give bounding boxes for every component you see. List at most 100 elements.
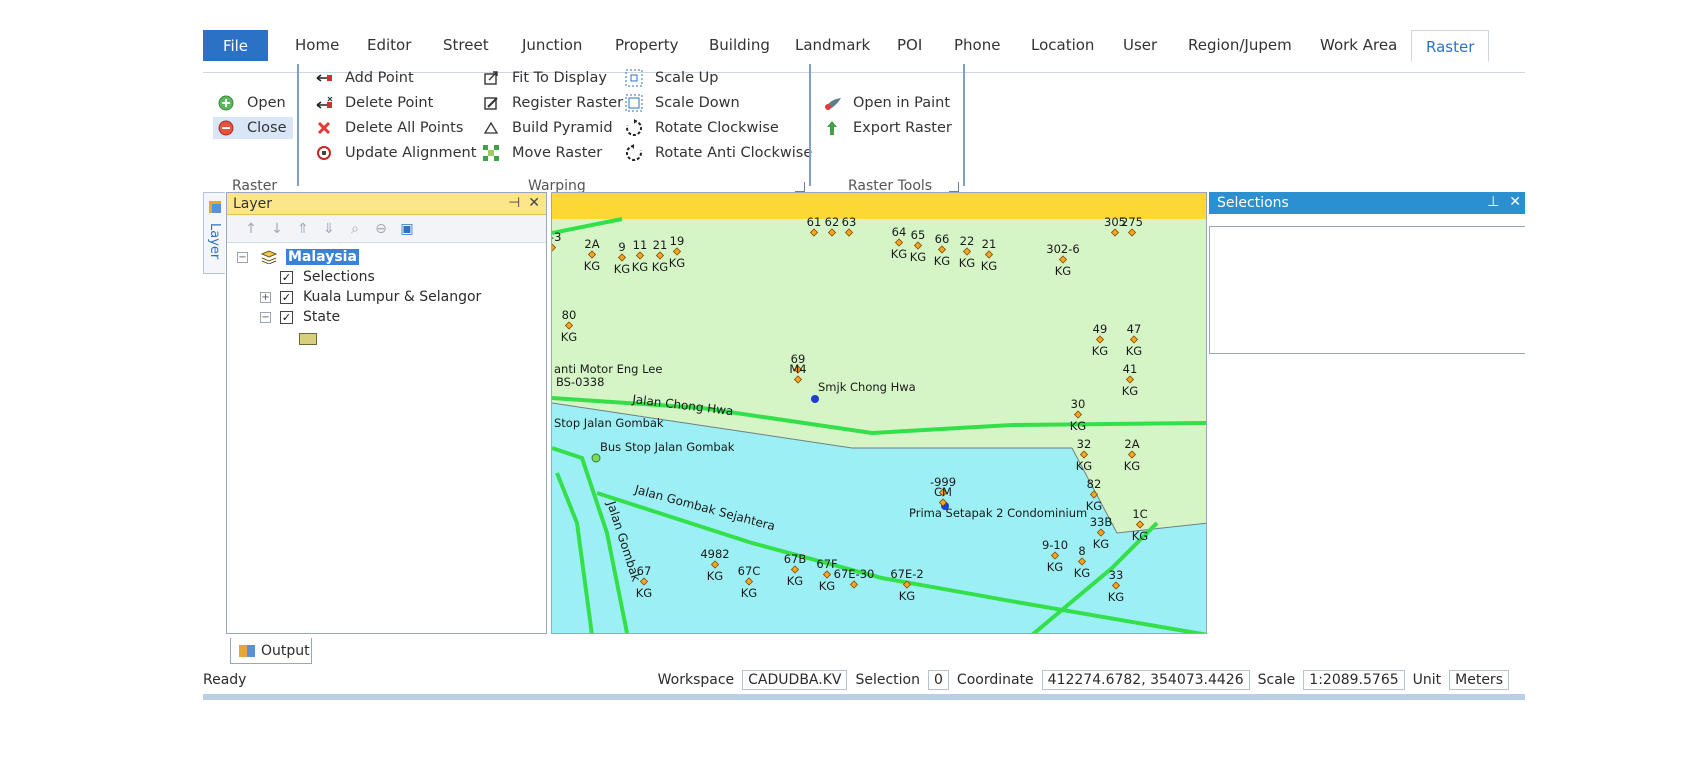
- parcel-type-label: KG: [1076, 459, 1092, 473]
- update-alignment-button[interactable]: Update Alignment: [315, 142, 476, 164]
- selections-list[interactable]: [1209, 226, 1525, 354]
- checkbox-state[interactable]: ✓: [280, 310, 293, 324]
- tab-street[interactable]: Street: [443, 36, 489, 54]
- tab-raster[interactable]: Raster: [1411, 30, 1490, 62]
- parcel-type-label: KG: [1047, 560, 1063, 574]
- move-raster-button[interactable]: Move Raster: [482, 142, 602, 164]
- coordinate-label: Coordinate: [956, 672, 1034, 688]
- parcel-type-label: KG: [614, 262, 630, 276]
- tab-user[interactable]: User: [1123, 36, 1157, 54]
- parcel-type-label: KG: [1092, 344, 1108, 358]
- collapse-icon[interactable]: −: [237, 251, 248, 263]
- map-canvas: Jalan Chong Hwa Jalan Gombak Sejahtera J…: [552, 193, 1206, 633]
- parcel-number-label: 67C: [738, 564, 761, 578]
- tree-root[interactable]: − Malaysia: [237, 247, 359, 267]
- scale-up-button[interactable]: Scale Up: [625, 67, 718, 89]
- pin-icon[interactable]: ⊣: [508, 195, 520, 211]
- side-tab-label: Layer: [207, 223, 222, 260]
- layer-panel-title: Layer: [233, 195, 273, 212]
- close-panel-icon[interactable]: ✕: [1509, 194, 1521, 210]
- tree-item-label: Selections: [303, 269, 375, 285]
- collapse-icon[interactable]: −: [260, 311, 271, 323]
- move-bottom-icon[interactable]: ⇓: [319, 219, 339, 239]
- tab-building[interactable]: Building: [709, 36, 770, 54]
- scale-label: Scale: [1257, 672, 1296, 688]
- rotate-clockwise-label: Rotate Clockwise: [655, 120, 779, 136]
- register-raster-icon: [482, 94, 500, 112]
- open-in-paint-button[interactable]: Open in Paint: [823, 92, 950, 114]
- parcel-type-label: KG: [1093, 537, 1109, 551]
- close-panel-icon[interactable]: ✕: [528, 195, 540, 211]
- poi-marker[interactable]: [811, 395, 819, 403]
- scale-up-icon: [625, 69, 643, 87]
- tab-editor[interactable]: Editor: [367, 36, 411, 54]
- move-down-icon[interactable]: ↓: [267, 219, 287, 239]
- output-tab[interactable]: Output: [230, 638, 312, 664]
- close-button[interactable]: Close: [213, 117, 293, 139]
- selections-panel: Selections ⊥ ✕: [1209, 192, 1525, 372]
- export-raster-button[interactable]: Export Raster: [823, 117, 952, 139]
- delete-point-button[interactable]: Delete Point: [315, 92, 433, 114]
- tab-phone[interactable]: Phone: [954, 36, 1000, 54]
- state-legend-swatch: [299, 333, 317, 345]
- tab-junction[interactable]: Junction: [522, 36, 582, 54]
- tab-poi[interactable]: POI: [897, 36, 922, 54]
- fit-to-display-button[interactable]: Fit To Display: [482, 67, 607, 89]
- output-tab-label: Output: [261, 642, 310, 659]
- parcel-number-label: 9: [618, 240, 625, 254]
- side-tab-layer[interactable]: Layer: [203, 192, 225, 274]
- tab-home[interactable]: Home: [295, 36, 339, 54]
- checkbox-kuala-lumpur-selangor[interactable]: ✓: [280, 290, 293, 304]
- parcel-number-label: 67E-30: [834, 567, 875, 581]
- checkbox-selections[interactable]: ✓: [280, 270, 293, 284]
- bus-stop-marker[interactable]: [591, 453, 601, 463]
- parcel-number-label: 8: [1078, 544, 1085, 558]
- tab-location[interactable]: Location: [1031, 36, 1094, 54]
- register-raster-button[interactable]: Register Raster: [482, 92, 623, 114]
- tab-property[interactable]: Property: [615, 36, 678, 54]
- warping-launcher-icon[interactable]: [795, 182, 805, 192]
- pin-icon[interactable]: ⊥: [1487, 194, 1499, 210]
- zoom-layer-icon[interactable]: ⌕: [345, 219, 365, 239]
- delete-all-points-button[interactable]: Delete All Points: [315, 117, 463, 139]
- move-up-icon[interactable]: ↑: [241, 219, 261, 239]
- parcel-type-label: KG: [1108, 590, 1124, 604]
- tree-item-state[interactable]: − ✓ State: [260, 307, 340, 327]
- update-alignment-label: Update Alignment: [345, 145, 477, 161]
- rotate-anti-clockwise-icon: [625, 144, 643, 162]
- parcel-type-label: KG: [632, 260, 648, 274]
- parcel-number-label: 82: [1087, 477, 1102, 491]
- add-point-button[interactable]: Add Point: [315, 67, 414, 89]
- remove-layer-icon[interactable]: ⊖: [371, 219, 391, 239]
- tree-item-kuala-lumpur-selangor[interactable]: + ✓ Kuala Lumpur & Selangor: [260, 287, 481, 307]
- tab-file[interactable]: File: [203, 30, 268, 61]
- expand-icon[interactable]: +: [260, 291, 271, 303]
- add-image-layer-icon[interactable]: ▣: [397, 219, 417, 239]
- coordinate-value: 412274.6782, 354073.4426: [1041, 670, 1250, 690]
- selections-panel-title: Selections: [1217, 195, 1289, 211]
- map-view[interactable]: Jalan Chong Hwa Jalan Gombak Sejahtera J…: [551, 192, 1207, 634]
- parcel-number-label: 61: [807, 215, 822, 229]
- scale-down-button[interactable]: Scale Down: [625, 92, 740, 114]
- tab-region-jupem[interactable]: Region/Jupem: [1188, 36, 1292, 54]
- rotate-clockwise-button[interactable]: Rotate Clockwise: [625, 117, 779, 139]
- build-pyramid-button[interactable]: Build Pyramid: [482, 117, 613, 139]
- parcel-type-label: KG: [819, 579, 835, 593]
- parcel-type-label: KG: [981, 259, 997, 273]
- group-separator: [809, 64, 811, 186]
- rotate-anti-clockwise-button[interactable]: Rotate Anti Clockwise: [625, 142, 812, 164]
- group-separator: [963, 64, 965, 186]
- tree-item-selections[interactable]: ✓ Selections: [280, 267, 375, 287]
- parcel-type-label: KG: [669, 256, 685, 270]
- scale-value: 1:2089.5765: [1303, 670, 1405, 690]
- raster-tools-launcher-icon[interactable]: [949, 182, 959, 192]
- move-raster-icon: [482, 144, 500, 162]
- tab-work-area[interactable]: Work Area: [1320, 36, 1397, 54]
- parcel-number-label: 65: [911, 228, 926, 242]
- open-button[interactable]: Open: [213, 92, 293, 114]
- tree-item-label: Kuala Lumpur & Selangor: [303, 289, 482, 305]
- parcel-number-label: 32: [1077, 437, 1092, 451]
- tab-landmark[interactable]: Landmark: [795, 36, 870, 54]
- move-top-icon[interactable]: ⇑: [293, 219, 313, 239]
- output-icon: [239, 644, 255, 657]
